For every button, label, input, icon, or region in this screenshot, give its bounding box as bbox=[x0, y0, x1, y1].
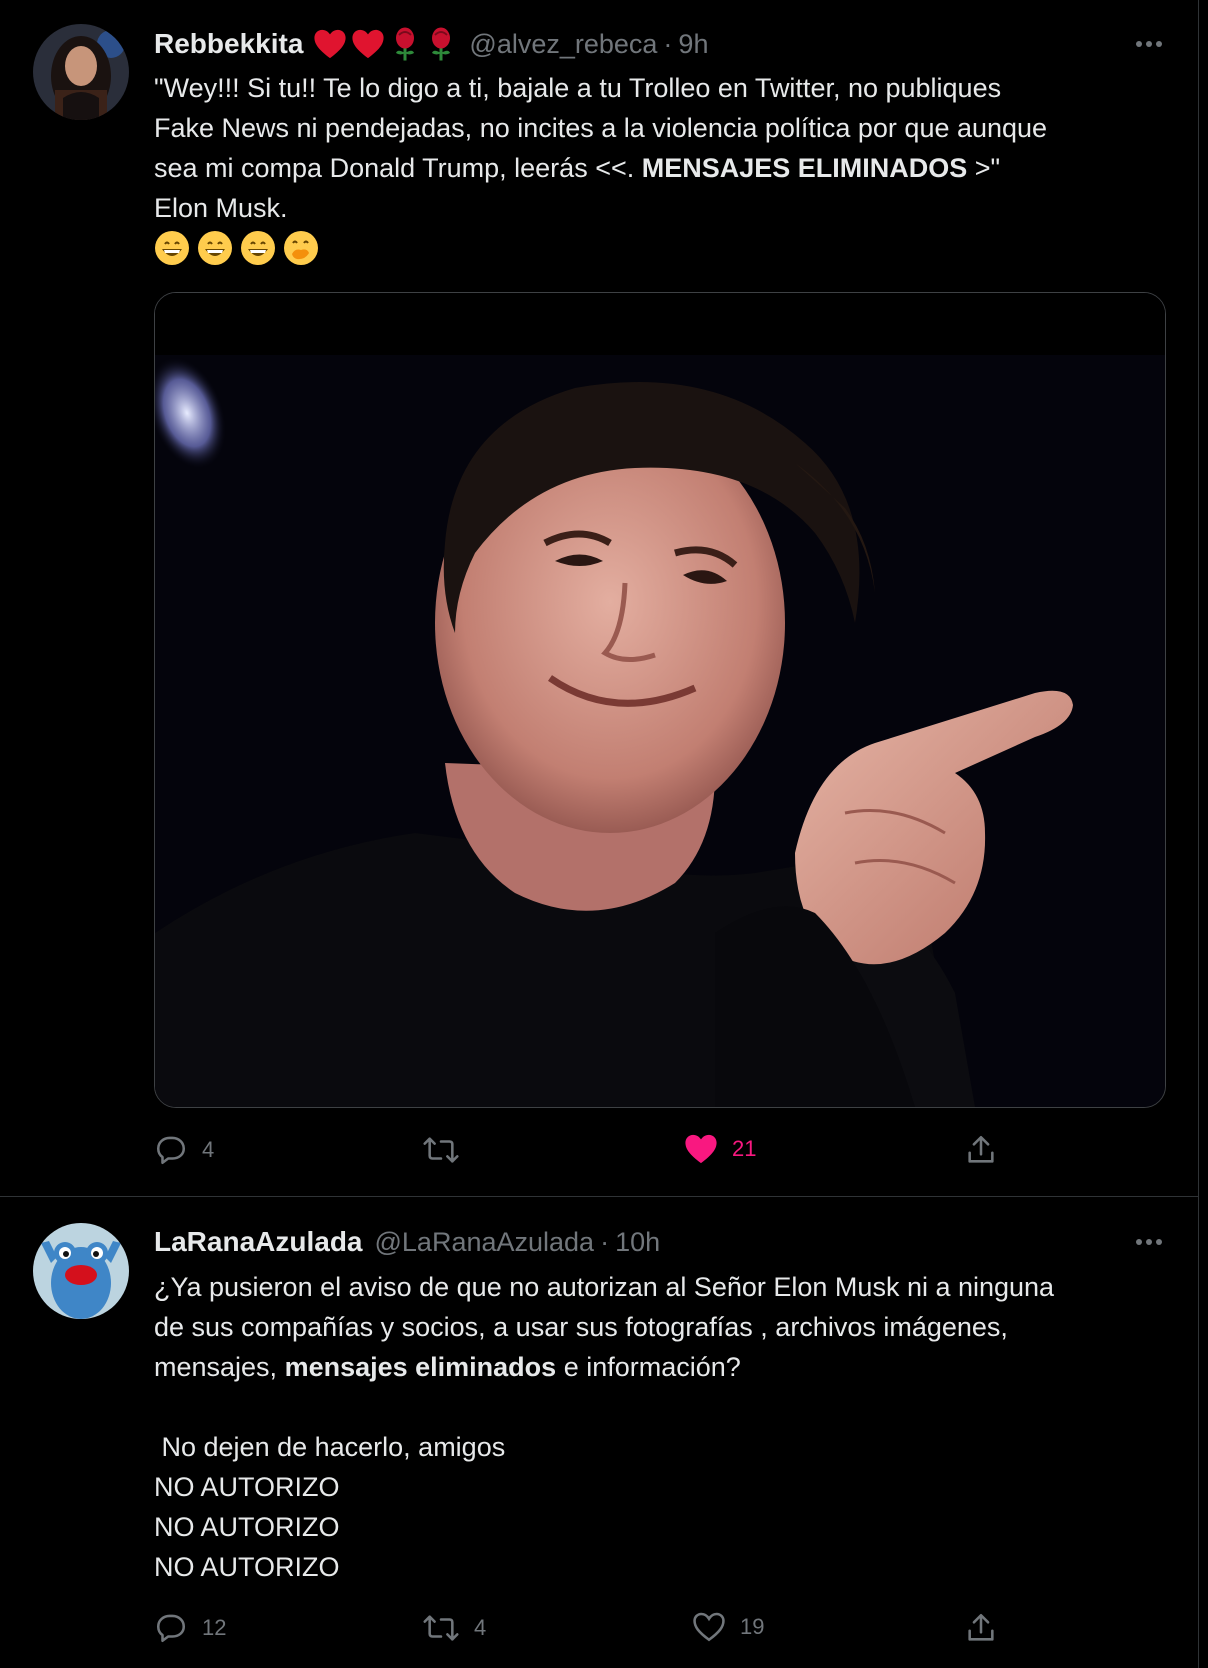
share-icon bbox=[968, 1613, 994, 1641]
reply-button[interactable]: 12 bbox=[154, 1611, 226, 1645]
emoji-row bbox=[154, 228, 1164, 268]
photo-man-smiling-pointing bbox=[155, 293, 1165, 1107]
avatar[interactable] bbox=[33, 1223, 129, 1319]
text-line: ¿Ya pusieron el aviso de que no autoriza… bbox=[154, 1267, 1164, 1307]
retweet-button[interactable]: 4 bbox=[422, 1611, 486, 1645]
text-line: NO AUTORIZO bbox=[154, 1467, 1164, 1507]
text-line: de sus compañías y socios, a usar sus fo… bbox=[154, 1307, 1164, 1347]
author-handle[interactable]: @alvez_rebeca bbox=[469, 29, 657, 60]
share-button[interactable] bbox=[964, 1611, 998, 1645]
text-segment: e información? bbox=[556, 1352, 741, 1382]
text-segment: NO AUTORIZO bbox=[154, 1472, 340, 1502]
text-line: NO AUTORIZO bbox=[154, 1547, 1164, 1587]
reply-button[interactable]: 4 bbox=[154, 1133, 214, 1167]
more-options-icon[interactable] bbox=[1136, 41, 1162, 47]
heart-outline-icon bbox=[693, 1612, 725, 1642]
name-emojis bbox=[313, 26, 457, 62]
reply-icon bbox=[156, 1614, 186, 1643]
text-line bbox=[154, 1387, 1164, 1427]
text-line: Fake News ni pendejadas, no incites a la… bbox=[154, 108, 1164, 148]
text-line: sea mi compa Donald Trump, leerás <<. ME… bbox=[154, 148, 1164, 188]
grinning-face-icon bbox=[198, 231, 232, 265]
text-segment: "Wey!!! Si tu!! Te lo digo a ti, bajale … bbox=[154, 73, 1002, 103]
text-segment: de sus compañías y socios, a usar sus fo… bbox=[154, 1312, 1008, 1342]
tweet-text: "Wey!!! Si tu!! Te lo digo a ti, bajale … bbox=[154, 68, 1164, 268]
heart-filled-icon bbox=[685, 1134, 717, 1164]
author-name[interactable]: LaRanaAzulada bbox=[154, 1226, 363, 1258]
heart-icon bbox=[314, 29, 346, 59]
bold-text: mensajes eliminados bbox=[284, 1352, 557, 1382]
author-name[interactable]: Rebbekkita bbox=[154, 28, 303, 60]
rose-icon bbox=[432, 27, 451, 61]
like-button[interactable]: 19 bbox=[692, 1611, 764, 1643]
like-count: 19 bbox=[740, 1614, 765, 1639]
text-segment: ¿Ya pusieron el aviso de que no autoriza… bbox=[154, 1272, 1055, 1302]
bold-text: MENSAJES ELIMINADOS bbox=[641, 153, 968, 183]
retweet-icon bbox=[423, 1615, 459, 1641]
timestamp[interactable]: 9h bbox=[678, 29, 708, 60]
reply-count: 4 bbox=[202, 1137, 215, 1162]
tweet[interactable]: LaRanaAzulada @LaRanaAzulada · 10h ¿Ya p… bbox=[0, 1197, 1198, 1668]
separator-dot: · bbox=[600, 1226, 610, 1257]
retweet-icon bbox=[423, 1137, 459, 1163]
tweet-photo[interactable] bbox=[154, 292, 1166, 1108]
tweet-header: Rebbekkita @alvez_rebeca · 9h bbox=[154, 24, 708, 64]
text-line: Elon Musk. bbox=[154, 188, 1164, 228]
text-segment: Elon Musk. bbox=[154, 193, 288, 223]
grinning-face-icon bbox=[155, 231, 189, 265]
face-with-hand-over-mouth-icon bbox=[284, 231, 318, 265]
more-options-icon[interactable] bbox=[1136, 1239, 1162, 1245]
like-count: 21 bbox=[732, 1136, 757, 1161]
text-segment: mensajes, bbox=[154, 1352, 285, 1382]
tweet[interactable]: Rebbekkita @alvez_rebeca · 9h "Wey!!! Si… bbox=[0, 0, 1198, 1197]
tweet-actions: 12 4 19 bbox=[154, 1611, 1164, 1651]
separator-dot: · bbox=[663, 28, 673, 59]
timestamp[interactable]: 10h bbox=[615, 1227, 660, 1258]
text-segment: No dejen de hacerlo, amigos bbox=[154, 1432, 506, 1462]
tweet-actions: 4 21 bbox=[154, 1133, 1164, 1173]
text-segment: Fake News ni pendejadas, no incites a la… bbox=[154, 113, 1048, 143]
text-line: NO AUTORIZO bbox=[154, 1507, 1164, 1547]
text-line: No dejen de hacerlo, amigos bbox=[154, 1427, 1164, 1467]
text-segment: NO AUTORIZO bbox=[154, 1552, 340, 1582]
text-line: "Wey!!! Si tu!! Te lo digo a ti, bajale … bbox=[154, 68, 1164, 108]
avatar[interactable] bbox=[33, 24, 129, 120]
heart-icon bbox=[352, 29, 384, 59]
reply-count: 12 bbox=[202, 1615, 227, 1640]
like-button[interactable]: 21 bbox=[684, 1133, 756, 1165]
retweet-button[interactable] bbox=[422, 1133, 474, 1167]
tweet-header: LaRanaAzulada @LaRanaAzulada · 10h bbox=[154, 1222, 660, 1262]
rose-icon bbox=[396, 27, 415, 61]
grinning-face-icon bbox=[241, 231, 275, 265]
text-segment: sea mi compa Donald Trump, leerás <<. bbox=[154, 153, 642, 183]
text-line: mensajes, mensajes eliminados e informac… bbox=[154, 1347, 1164, 1387]
retweet-count: 4 bbox=[474, 1615, 487, 1640]
share-icon bbox=[968, 1135, 994, 1163]
tweet-text: ¿Ya pusieron el aviso de que no autoriza… bbox=[154, 1267, 1164, 1587]
author-handle[interactable]: @LaRanaAzulada bbox=[375, 1227, 595, 1258]
reply-icon bbox=[156, 1136, 186, 1165]
share-button[interactable] bbox=[964, 1133, 998, 1167]
timeline-border bbox=[1198, 0, 1199, 1668]
text-segment: NO AUTORIZO bbox=[154, 1512, 340, 1542]
text-segment: >" bbox=[967, 153, 1001, 183]
